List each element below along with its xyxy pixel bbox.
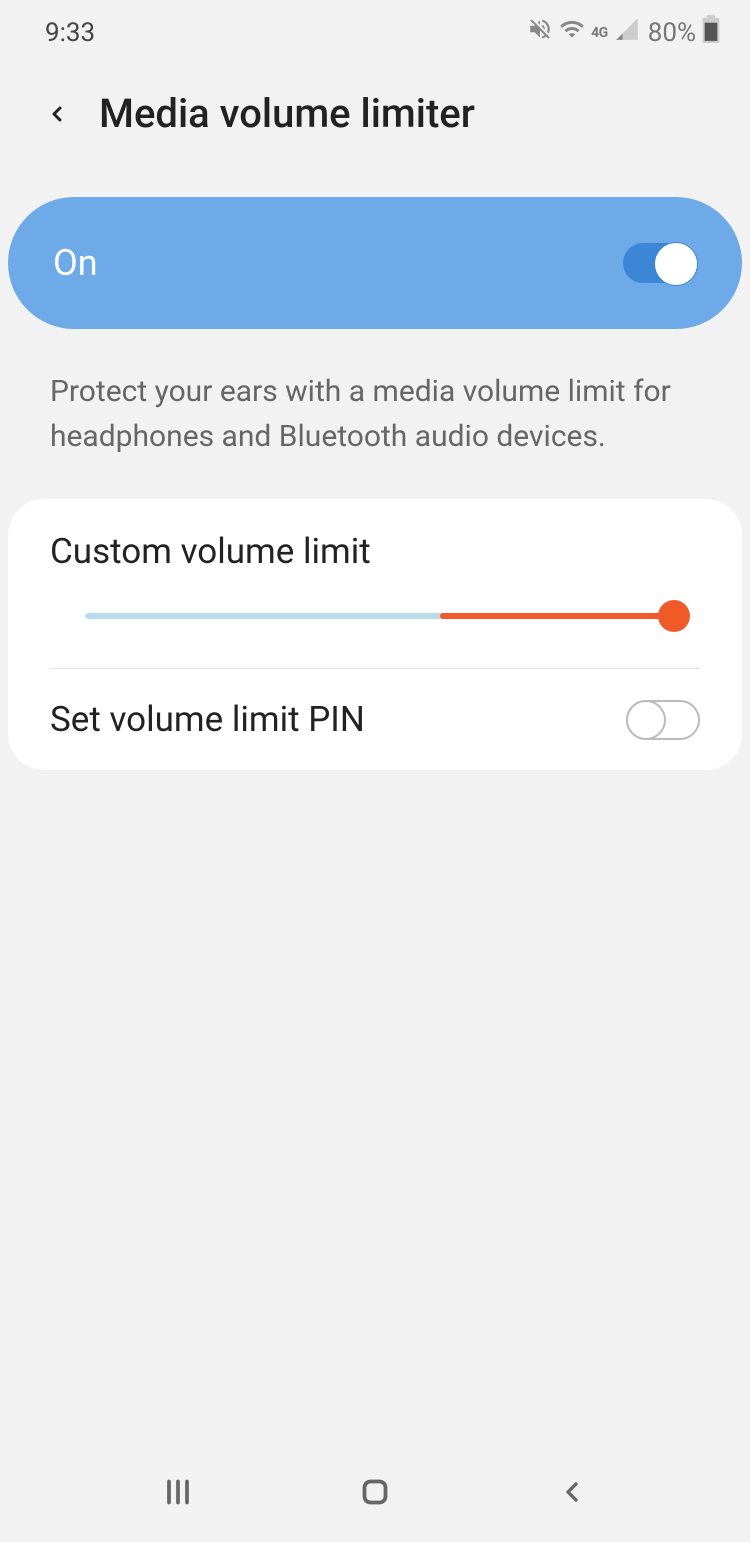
status-time: 9:33 — [45, 18, 95, 48]
master-toggle-switch[interactable] — [623, 243, 697, 283]
network-type-icon: 4G — [591, 25, 608, 41]
master-toggle-label: On — [53, 242, 98, 284]
home-button[interactable] — [350, 1467, 400, 1517]
battery-percent: 80% — [648, 18, 696, 48]
pin-label: Set volume limit PIN — [50, 699, 365, 740]
status-bar: 9:33 4G 80% — [0, 0, 750, 60]
wifi-icon — [559, 16, 585, 49]
mute-icon — [527, 16, 553, 49]
page-title: Media volume limiter — [99, 90, 475, 137]
status-icons: 4G 80% — [527, 15, 720, 50]
recents-button[interactable] — [153, 1467, 203, 1517]
back-nav-button[interactable] — [547, 1467, 597, 1517]
navigation-bar — [0, 1452, 750, 1542]
signal-icon — [614, 16, 640, 49]
header: Media volume limiter — [0, 60, 750, 167]
pin-toggle-switch[interactable] — [626, 700, 700, 740]
description-text: Protect your ears with a media volume li… — [0, 329, 750, 489]
slider-fill — [440, 613, 682, 619]
master-toggle-row[interactable]: On — [8, 197, 742, 329]
volume-limit-title: Custom volume limit — [50, 531, 700, 572]
slider-thumb[interactable] — [658, 600, 690, 632]
volume-slider[interactable] — [50, 596, 700, 636]
pin-row[interactable]: Set volume limit PIN — [8, 669, 742, 770]
volume-limit-section: Custom volume limit — [8, 499, 742, 668]
settings-card: Custom volume limit Set volume limit PIN — [8, 499, 742, 770]
back-button[interactable] — [45, 102, 69, 126]
battery-icon — [702, 15, 720, 50]
